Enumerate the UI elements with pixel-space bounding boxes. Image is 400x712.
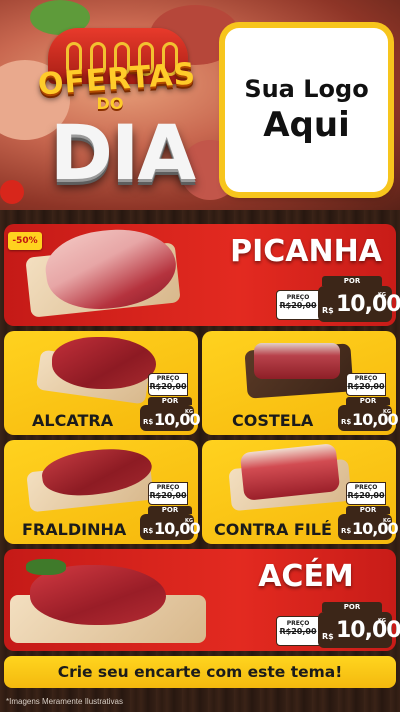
por-label: POR xyxy=(322,602,382,612)
por-label: POR xyxy=(322,276,382,286)
discount-badge: -50% xyxy=(8,232,42,250)
por-label: POR xyxy=(346,506,390,514)
preco-label: PREÇO xyxy=(354,375,378,382)
price-box: R$ 10,00 KG xyxy=(318,612,400,648)
price-value: 10,00 xyxy=(336,618,400,643)
product-name: COSTELA xyxy=(232,411,314,430)
price-box: R$ 10,00 KG xyxy=(318,286,400,322)
preco-box: PREÇO R$20,00 xyxy=(276,290,320,320)
title-dia: DIA xyxy=(49,108,196,197)
old-price: R$20,00 xyxy=(149,382,187,391)
preco-box: PREÇO R$20,00 xyxy=(148,373,188,396)
alcatra-meat-image xyxy=(52,337,156,389)
currency: R$ xyxy=(322,306,334,315)
preco-label: PREÇO xyxy=(286,620,310,627)
unit: KG xyxy=(383,409,391,415)
currency: R$ xyxy=(341,418,352,426)
tomato-photo xyxy=(0,180,24,204)
logo-line-1: Sua Logo xyxy=(244,75,369,103)
unit: KG xyxy=(378,618,386,624)
old-price: R$20,00 xyxy=(347,382,385,391)
herb-sprig xyxy=(26,559,66,575)
preco-label: PREÇO xyxy=(354,484,378,491)
preco-box: PREÇO R$20,00 xyxy=(276,616,320,646)
old-price: R$20,00 xyxy=(347,491,385,500)
cta-banner[interactable]: Crie seu encarte com este tema! xyxy=(4,656,396,688)
price-value: 10,00 xyxy=(336,292,400,317)
por-label: POR xyxy=(148,506,192,514)
preco-label: PREÇO xyxy=(286,294,310,301)
preco-box: PREÇO R$20,00 xyxy=(346,373,386,396)
unit: KG xyxy=(383,518,391,524)
contra-file-meat-image xyxy=(239,443,341,501)
product-name: PICANHA xyxy=(230,234,382,269)
logo-line-2: Aqui xyxy=(263,105,350,145)
unit: KG xyxy=(185,518,193,524)
old-price: R$20,00 xyxy=(279,627,317,636)
price-box: R$ 10,00 KG xyxy=(338,514,399,540)
currency: R$ xyxy=(341,527,352,535)
price-box: R$ 10,00 KG xyxy=(338,405,399,431)
footnote: *Imagens Meramente Ilustrativas xyxy=(6,697,123,706)
unit: KG xyxy=(185,409,193,415)
costela-meat-image xyxy=(254,343,340,379)
currency: R$ xyxy=(322,632,334,641)
preco-label: PREÇO xyxy=(156,484,180,491)
currency: R$ xyxy=(143,418,154,426)
por-label: POR xyxy=(148,397,192,405)
product-name: ALCATRA xyxy=(32,411,114,430)
unit: KG xyxy=(378,292,386,298)
product-name: FRALDINHA xyxy=(22,520,127,539)
old-price: R$20,00 xyxy=(279,301,317,310)
currency: R$ xyxy=(143,527,154,535)
price-box: R$ 10,00 KG xyxy=(140,514,201,540)
preco-box: PREÇO R$20,00 xyxy=(346,482,386,505)
old-price: R$20,00 xyxy=(149,491,187,500)
price-box: R$ 10,00 KG xyxy=(140,405,201,431)
por-label: POR xyxy=(346,397,390,405)
product-name: CONTRA FILÉ xyxy=(214,520,332,539)
product-name: ACÉM xyxy=(258,559,354,594)
preco-box: PREÇO R$20,00 xyxy=(148,482,188,505)
preco-label: PREÇO xyxy=(156,375,180,382)
logo-placeholder[interactable]: Sua Logo Aqui xyxy=(225,28,388,192)
